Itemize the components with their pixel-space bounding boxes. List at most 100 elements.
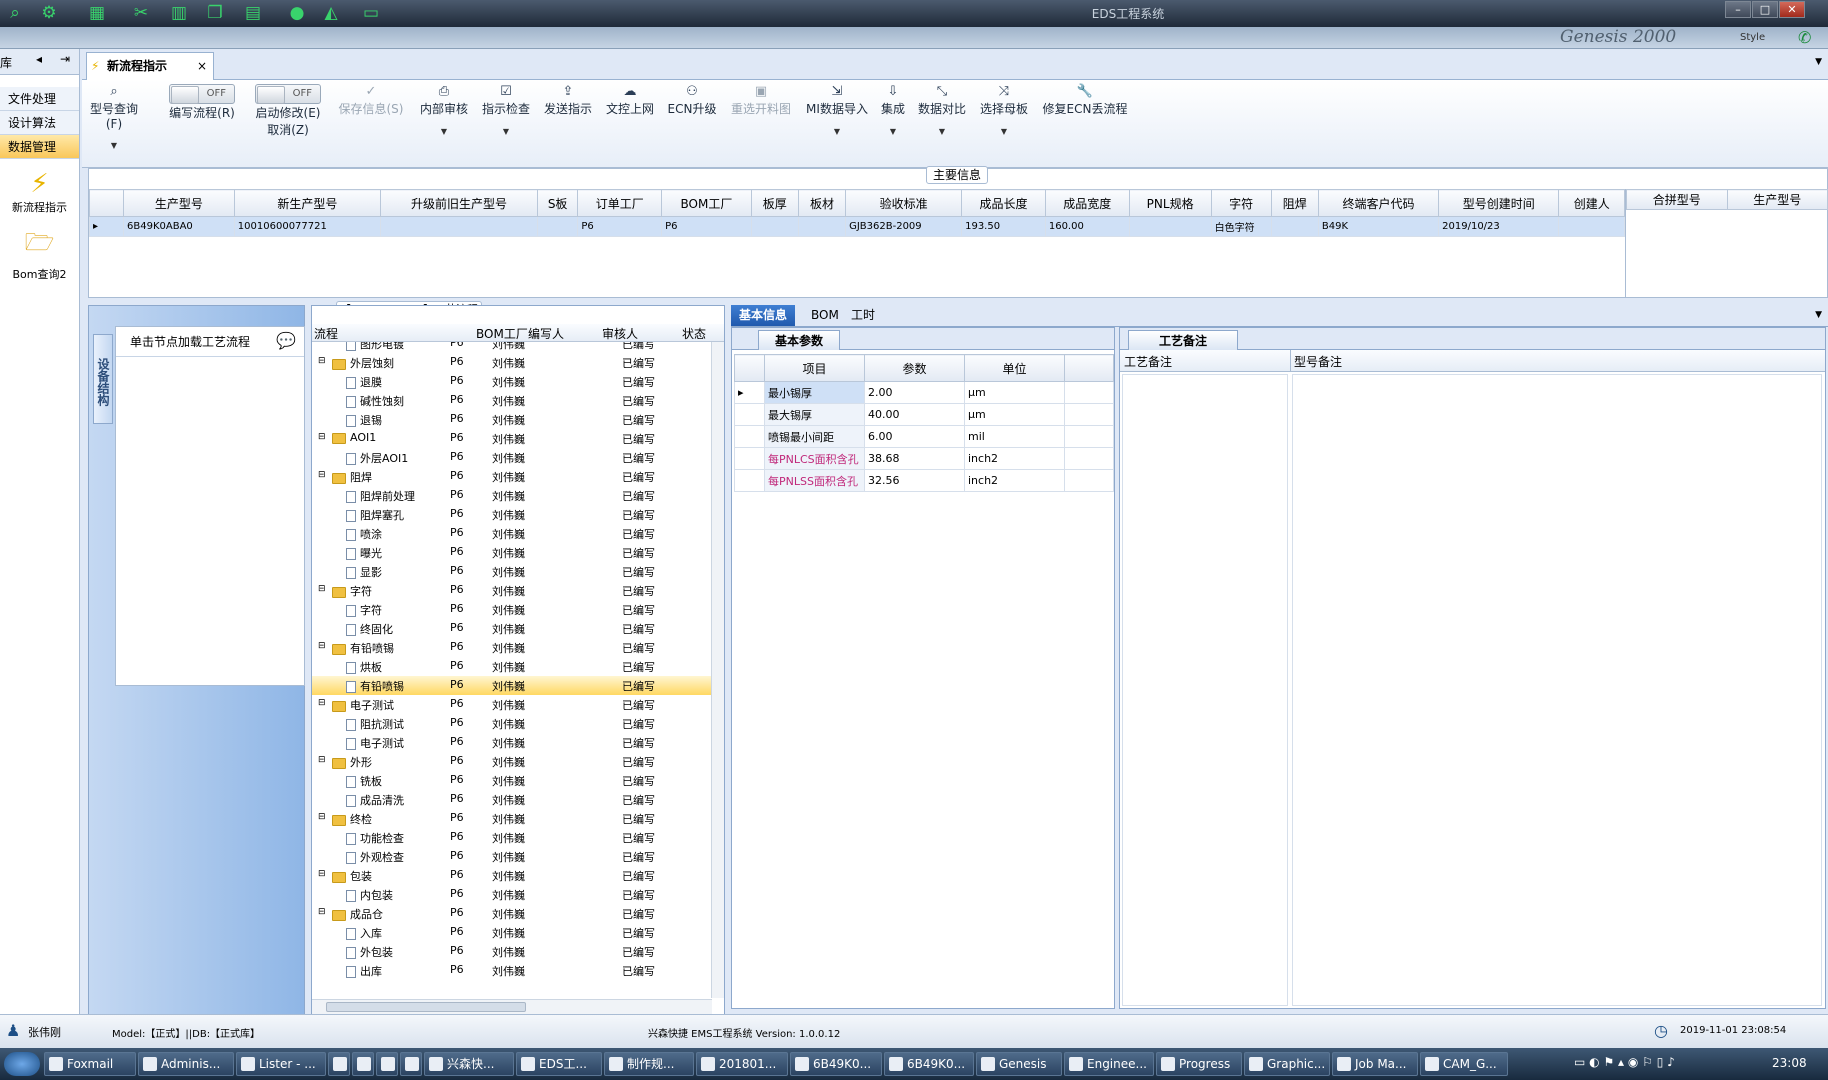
col-header[interactable]: 订单工厂 [577,189,663,217]
write-flow-toggle[interactable]: OFF 编写流程(R) [166,84,238,121]
param-unit[interactable]: inch2 [964,469,1065,492]
launcher-new-flow[interactable]: ⚡ 新流程指示 [0,169,79,215]
tree-vertical-scrollbar[interactable] [711,342,724,998]
monitor-icon[interactable]: ▭ [360,3,382,23]
collapse-icon[interactable]: ⊟ [318,356,326,366]
toggle-switch[interactable]: OFF [255,84,321,104]
cell[interactable] [380,216,538,237]
scissors-icon[interactable]: ✂ [130,3,152,23]
tab-basic-info[interactable]: 基本信息 [731,305,796,326]
collapse-icon[interactable]: ⊟ [318,584,326,594]
col-header[interactable]: 审核人 [602,325,638,342]
dropdown-icon[interactable]: ▼ [978,127,1030,136]
col-header[interactable]: 阻焊 [1270,189,1319,217]
col-header[interactable]: 升级前旧生产型号 [380,189,538,217]
param-row[interactable]: 每PNLSS面积含孔 32.56 inch2 [734,469,1114,492]
taskbar-item[interactable]: Graphic... [1244,1052,1330,1076]
tree-node[interactable]: 功能检查 P6 刘伟巍 已编写 [312,828,712,847]
taskbar-item[interactable]: Lister - ... [236,1052,326,1076]
toggle-switch[interactable]: OFF [169,84,235,104]
cell[interactable]: 白色字符 [1210,216,1272,237]
tree-node[interactable]: 电子测试 ⊟ P6 刘伟巍 已编写 [312,695,712,714]
layout-icon[interactable]: ▥ [168,3,190,23]
minimize-button[interactable]: – [1725,1,1751,18]
cell[interactable] [536,216,579,237]
tree-node[interactable]: 外观检查 P6 刘伟巍 已编写 [312,847,712,866]
tree-node[interactable]: 电子测试 P6 刘伟巍 已编写 [312,733,712,752]
col-header[interactable]: 参数 [864,354,965,382]
param-value[interactable]: 32.56 [864,469,965,492]
param-value[interactable]: 6.00 [864,425,965,448]
data-compare-button[interactable]: ⤡ 数据对比 ▼ [916,84,968,136]
tab-menu-icon[interactable]: ▼ [1815,57,1822,67]
taskbar-item[interactable]: 201801... [696,1052,788,1076]
col-header[interactable]: 成品长度 [961,189,1046,217]
col-header[interactable]: S板 [536,189,579,217]
collapse-icon[interactable]: ⊟ [318,869,326,879]
pin-icon[interactable]: ⇥ [60,52,70,66]
tree-node[interactable]: 成品仓 ⊟ P6 刘伟巍 已编写 [312,904,712,923]
tree-node[interactable]: 阻抗测试 P6 刘伟巍 已编写 [312,714,712,733]
tree-node[interactable]: 终检 ⊟ P6 刘伟巍 已编写 [312,809,712,828]
select-mother-board-button[interactable]: ⤨ 选择母板 ▼ [978,84,1030,136]
col-header[interactable]: 生产型号 [123,189,235,217]
tray-icons[interactable]: ▭ ◐ ⚑ ▴ ◉ ⚐ ▯ ♪ [1574,1055,1675,1069]
tab-new-flow[interactable]: ⚡ 新流程指示 × [86,52,214,80]
cell[interactable]: 2019/10/23 [1438,216,1560,237]
param-item[interactable]: 喷锡最小间距 [764,425,865,448]
dropdown-icon[interactable]: ▼ [418,127,470,136]
start-edit-toggle[interactable]: OFF 启动修改(E) 取消(Z) [252,84,324,138]
model-notes-input[interactable] [1292,374,1822,1006]
col-header[interactable]: 验收标准 [845,189,963,217]
col-header[interactable]: 流程 [314,325,338,342]
param-row[interactable]: 每PNLCS面积含孔 38.68 inch2 [734,447,1114,470]
scroll-thumb[interactable] [326,1002,526,1012]
doc-online-button[interactable]: ☁ 文控上网 [604,84,656,117]
taskbar-item[interactable]: CAM_G... [1420,1052,1508,1076]
mi-import-button[interactable]: ⇲ MI数据导入 ▼ [804,84,870,136]
param-item[interactable]: 最大锡厚 [764,403,865,426]
tree-node[interactable]: 喷涂 P6 刘伟巍 已编写 [312,524,712,543]
chart-icon[interactable]: ◭ [320,3,342,23]
tree-node[interactable]: 入库 P6 刘伟巍 已编写 [312,923,712,942]
param-item[interactable]: 每PNLSS面积含孔 [764,469,865,492]
copy-icon[interactable]: ❐ [204,3,226,23]
dropdown-icon[interactable]: ▼ [878,127,908,136]
nav-item-algorithm[interactable]: 设计算法 [0,111,79,135]
param-unit[interactable]: mil [964,425,1065,448]
collapse-icon[interactable]: ⊟ [318,432,326,442]
col-header[interactable]: 板材 [797,189,847,217]
tree-node[interactable]: 包装 ⊟ P6 刘伟巍 已编写 [312,866,712,885]
taskbar-item[interactable] [376,1052,398,1076]
tree-node[interactable]: 内包装 P6 刘伟巍 已编写 [312,885,712,904]
launcher-bom[interactable]: 🗁 Bom查询2 [0,225,79,282]
table-row[interactable]: ▸ 6B49K0ABA0 10010600077721 P6 P6 GJB362… [89,216,1625,237]
tree-node[interactable]: AOI1 ⊟ P6 刘伟巍 已编写 [312,429,712,448]
tab-menu-icon[interactable]: ▼ [1815,310,1822,320]
tree-node[interactable]: 阻焊前处理 P6 刘伟巍 已编写 [312,486,712,505]
user-icon[interactable]: ● [286,3,308,23]
collapse-icon[interactable]: ⊟ [318,812,326,822]
cell[interactable] [1558,216,1625,237]
collapse-icon[interactable]: ⊟ [318,470,326,480]
taskbar-item[interactable]: Genesis [976,1052,1062,1076]
tree-node[interactable]: 外包装 P6 刘伟巍 已编写 [312,942,712,961]
tree-node[interactable]: 外形 ⊟ P6 刘伟巍 已编写 [312,752,712,771]
taskbar-item[interactable]: 6B49K0... [884,1052,974,1076]
integrate-button[interactable]: ⇩ 集成 ▼ [878,84,908,136]
taskbar-item[interactable]: Foxmail [44,1052,136,1076]
tree-horizontal-scrollbar[interactable] [312,999,712,1014]
col-header[interactable]: 终端客户代码 [1317,189,1440,217]
cell[interactable] [1270,216,1319,237]
col-header[interactable]: 型号创建时间 [1438,189,1560,217]
dropdown-icon[interactable]: ▼ [84,141,144,150]
cell[interactable]: GJB362B-2009 [845,216,963,237]
nav-item-file[interactable]: 文件处理 [0,87,79,111]
tree-node[interactable]: 退膜 P6 刘伟巍 已编写 [312,372,712,391]
tree-node[interactable]: 曝光 P6 刘伟巍 已编写 [312,543,712,562]
tree-node[interactable]: 阻焊塞孔 P6 刘伟巍 已编写 [312,505,712,524]
reselect-cutting-button[interactable]: ▣ 重选开料图 [728,84,794,117]
taskbar-item[interactable]: Adminis... [138,1052,234,1076]
tree-node[interactable]: 烘板 P6 刘伟巍 已编写 [312,657,712,676]
tree-node[interactable]: 显影 P6 刘伟巍 已编写 [312,562,712,581]
